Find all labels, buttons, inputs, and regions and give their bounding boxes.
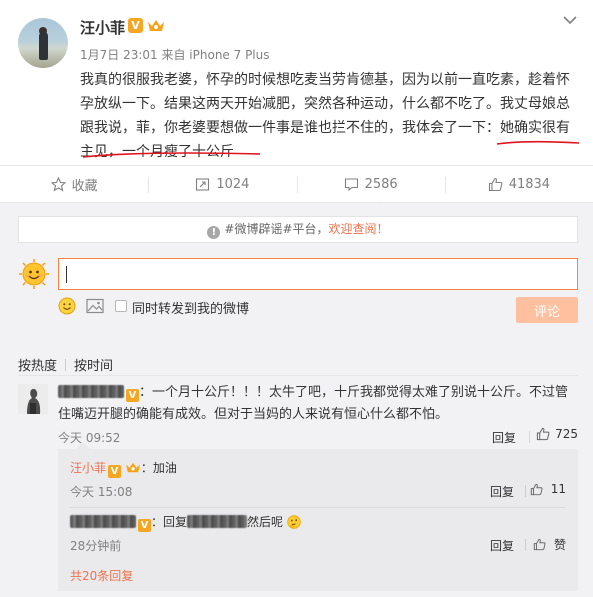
redacted-username[interactable]	[58, 385, 124, 398]
chevron-down-icon[interactable]	[562, 14, 578, 26]
repost-count: 1024	[216, 176, 250, 192]
verified-badge-icon: V	[108, 465, 122, 478]
avatar-figure-body	[39, 32, 48, 60]
tab-separator	[65, 359, 67, 371]
reply-prefix: ：回复	[151, 515, 188, 529]
thinking-face-emoji-icon	[287, 515, 301, 529]
comment-sort-tabs: 按热度 按时间	[18, 355, 113, 374]
star-icon	[50, 176, 66, 192]
like-button[interactable]: 41834	[444, 166, 593, 202]
reply-like-button[interactable]: 赞	[533, 536, 566, 553]
redacted-mention[interactable]	[187, 515, 248, 528]
reply-like-count: 11	[550, 482, 566, 496]
reply-like-label: 赞	[553, 538, 566, 552]
divider	[525, 485, 526, 497]
divider	[529, 431, 530, 443]
submit-comment-button[interactable]: 评论	[516, 297, 578, 323]
author-avatar[interactable]	[18, 18, 68, 68]
thumbs-up-icon	[530, 483, 543, 495]
like-count: 41834	[508, 176, 551, 192]
reply-item: 汪小菲 V ：加油	[70, 459, 177, 478]
view-more-replies-link[interactable]: 共20条回复	[70, 567, 133, 584]
divider	[18, 375, 578, 376]
author-name[interactable]: 汪小菲	[80, 17, 125, 38]
reply-like-button[interactable]: 11	[530, 482, 566, 496]
comment-input[interactable]	[58, 258, 578, 290]
repost-checkbox-label[interactable]: 同时转发到我的微博	[132, 298, 249, 317]
comment-body: V ：一个月十公斤！！！太牛了吧，十斤我都觉得太难了别说十公斤。不过管住嘴迈开腿的…	[58, 382, 578, 426]
vip-crown-icon[interactable]	[125, 461, 141, 474]
reply-text: ：加油	[140, 461, 177, 475]
favorite-button[interactable]: 收藏	[0, 166, 148, 202]
thumbs-up-icon	[488, 177, 503, 191]
comment-icon	[344, 177, 358, 191]
reply-button[interactable]: 回复	[490, 483, 514, 500]
reply-text: 然后呢	[247, 515, 284, 529]
handwritten-underline	[82, 152, 261, 158]
comment-footer: 今天 09:52 回复 725	[58, 427, 578, 447]
reply-footer: 28分钟前 回复 赞	[70, 536, 566, 554]
info-icon: !	[207, 226, 221, 239]
weibo-post: 汪小菲 V 1月7日 23:01 来自 iPhone 7 Plus 我真的很服我…	[0, 0, 593, 165]
notice-text: #微博辟谣#平台，	[224, 222, 329, 236]
reply-button[interactable]: 回复	[492, 429, 516, 446]
comment-like-button[interactable]: 725	[536, 427, 578, 441]
comment-count: 2586	[364, 176, 398, 192]
smiley-avatar-icon	[19, 259, 49, 289]
redacted-username[interactable]	[70, 515, 136, 528]
favorite-label: 收藏	[71, 178, 98, 194]
reply-author-name[interactable]: 汪小菲	[70, 461, 106, 475]
replies-box: 汪小菲 V ：加油 今天 15:08 回复 11 V ：回复 然后呢 28分钟前…	[58, 442, 578, 591]
commenter-avatar[interactable]	[18, 384, 48, 414]
text-caret	[66, 266, 67, 283]
thumbs-up-icon	[533, 538, 546, 551]
sort-by-time-tab[interactable]: 按时间	[74, 355, 113, 374]
verified-badge-icon: V	[126, 389, 139, 402]
comment-button[interactable]: 2586	[296, 166, 445, 202]
notice-link[interactable]: 欢迎查阅！	[329, 222, 389, 236]
verified-badge-icon: V	[138, 519, 151, 532]
avatar-silhouette	[18, 384, 48, 414]
divider	[525, 539, 526, 551]
thumbs-up-icon	[536, 427, 550, 441]
verified-badge-icon: V	[128, 18, 143, 33]
repost-icon	[196, 177, 210, 191]
emoji-icon[interactable]	[58, 297, 76, 315]
reply-button[interactable]: 回复	[490, 537, 514, 554]
divider	[70, 507, 566, 508]
comment-like-count: 725	[555, 427, 578, 441]
reply-time: 28分钟前	[70, 539, 122, 553]
comment-section: ! #微博辟谣#平台，欢迎查阅！ 同时转发到我的微博 评论 按热度 按时间 V …	[0, 203, 593, 597]
reply-item: V ：回复 然后呢	[70, 513, 301, 532]
repost-button[interactable]: 1024	[148, 166, 296, 202]
vip-crown-icon[interactable]	[147, 18, 165, 33]
image-icon[interactable]	[86, 298, 104, 314]
repost-checkbox[interactable]	[115, 300, 127, 312]
sort-by-hot-tab[interactable]: 按热度	[18, 355, 57, 374]
reply-footer: 今天 15:08 回复 11	[70, 482, 566, 500]
post-meta: 1月7日 23:01 来自 iPhone 7 Plus	[80, 48, 270, 62]
post-action-bar: 收藏 1024 2586 41834	[0, 165, 593, 203]
handwritten-underline	[496, 140, 580, 145]
rumor-notice-banner[interactable]: ! #微博辟谣#平台，欢迎查阅！	[18, 216, 578, 243]
reply-time: 今天 15:08	[70, 485, 133, 499]
